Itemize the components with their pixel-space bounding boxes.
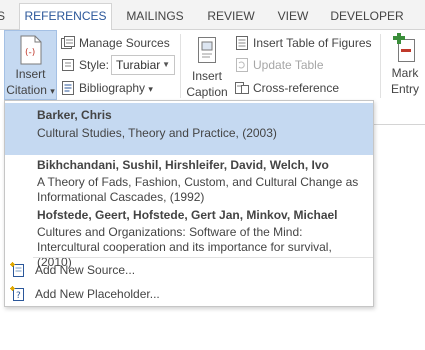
insert-table-of-figures-button[interactable]: Insert Table of Figures bbox=[234, 32, 372, 54]
citation-author: Hofstede, Geert, Hofstede, Gert Jan, Min… bbox=[37, 208, 338, 222]
insert-table-of-figures-label: Insert Table of Figures bbox=[253, 36, 372, 50]
insert-citation-label-line1: Insert bbox=[15, 67, 46, 81]
group-separator bbox=[380, 34, 381, 98]
citation-author: Barker, Chris bbox=[37, 108, 112, 122]
add-new-source-label: Add New Source... bbox=[35, 263, 136, 277]
insert-caption-label-line1: Insert bbox=[191, 69, 222, 83]
ribbon: (-) Insert Citation ▾ Manage Sources Sty… bbox=[0, 30, 425, 102]
insert-citation-label-text: Citation bbox=[6, 83, 47, 97]
add-new-placeholder-menu-item[interactable]: ? Add New Placeholder... bbox=[5, 282, 373, 306]
add-new-placeholder-label: Add New Placeholder... bbox=[35, 287, 160, 301]
group-separator bbox=[180, 34, 181, 98]
insert-citation-button[interactable]: (-) Insert Citation ▾ bbox=[4, 30, 57, 100]
tab-developer[interactable]: DEVELOPER bbox=[326, 6, 408, 30]
manage-sources-button[interactable]: Manage Sources bbox=[60, 32, 170, 54]
ribbon-tab-bar: S REFERENCES MAILINGS REVIEW VIEW DEVELO… bbox=[0, 0, 425, 31]
citation-document-icon: (-) bbox=[17, 34, 45, 66]
update-table-icon bbox=[234, 57, 250, 73]
citation-item-bikhchandani[interactable]: Bikhchandani, Sushil, Hirshleifer, David… bbox=[5, 155, 373, 207]
cross-reference-button[interactable]: Cross-reference bbox=[234, 77, 339, 99]
tab-mailings[interactable]: MAILINGS bbox=[117, 6, 193, 30]
manage-sources-icon bbox=[60, 35, 76, 51]
insert-caption-label-line2: Caption bbox=[186, 85, 228, 99]
ruler bbox=[372, 124, 425, 132]
chevron-down-icon: ▾ bbox=[148, 84, 153, 94]
bibliography-label: Bibliography bbox=[79, 81, 146, 95]
manage-sources-label: Manage Sources bbox=[79, 36, 170, 50]
insert-caption-button[interactable]: Insert Caption bbox=[184, 30, 230, 100]
tab-references[interactable]: REFERENCES bbox=[19, 3, 112, 31]
style-control: Style: bbox=[60, 54, 109, 76]
citation-dropdown: Barker, Chris Cultural Studies, Theory a… bbox=[4, 100, 374, 307]
citation-title: Cultural Studies, Theory and Practice, (… bbox=[37, 126, 277, 140]
cross-reference-icon bbox=[234, 80, 250, 96]
style-select-value: Turabiar bbox=[116, 58, 161, 72]
add-source-icon bbox=[10, 262, 26, 278]
citation-item-hofstede[interactable]: Hofstede, Geert, Hofstede, Gert Jan, Min… bbox=[5, 206, 373, 269]
update-table-label: Update Table bbox=[253, 58, 324, 72]
mark-entry-label-line1: Mark bbox=[391, 66, 419, 80]
svg-text:(-): (-) bbox=[25, 48, 35, 58]
style-icon bbox=[60, 57, 76, 73]
citation-author: Bikhchandani, Sushil, Hirshleifer, David… bbox=[37, 158, 329, 172]
add-new-source-menu-item[interactable]: Add New Source... bbox=[5, 258, 373, 282]
svg-text:?: ? bbox=[16, 291, 21, 301]
cross-reference-label: Cross-reference bbox=[253, 81, 340, 95]
table-of-figures-icon bbox=[234, 35, 250, 51]
bibliography-button[interactable]: Bibliography ▾ bbox=[60, 77, 153, 99]
citation-title: A Theory of Fads, Fashion, Custom, and C… bbox=[37, 175, 359, 204]
mark-entry-label-line2: Entry bbox=[390, 82, 419, 96]
style-select[interactable]: Turabiar ▼ bbox=[111, 55, 175, 75]
mark-entry-button[interactable]: Mark Entry bbox=[385, 30, 425, 100]
tab-review[interactable]: REVIEW bbox=[200, 6, 262, 30]
tab-view[interactable]: VIEW bbox=[270, 6, 316, 30]
tab-partial[interactable]: S bbox=[0, 6, 8, 30]
style-label: Style: bbox=[79, 58, 110, 72]
insert-citation-label-line2: Citation ▾ bbox=[5, 82, 56, 99]
update-table-button[interactable]: Update Table bbox=[234, 54, 324, 76]
citation-item-barker[interactable]: Barker, Chris Cultural Studies, Theory a… bbox=[5, 103, 373, 155]
chevron-down-icon: ▾ bbox=[50, 86, 55, 96]
add-placeholder-icon: ? bbox=[10, 286, 26, 302]
chevron-down-icon: ▼ bbox=[162, 60, 170, 69]
caption-icon bbox=[195, 36, 219, 64]
bibliography-icon bbox=[60, 80, 76, 96]
mark-entry-icon bbox=[391, 32, 419, 65]
